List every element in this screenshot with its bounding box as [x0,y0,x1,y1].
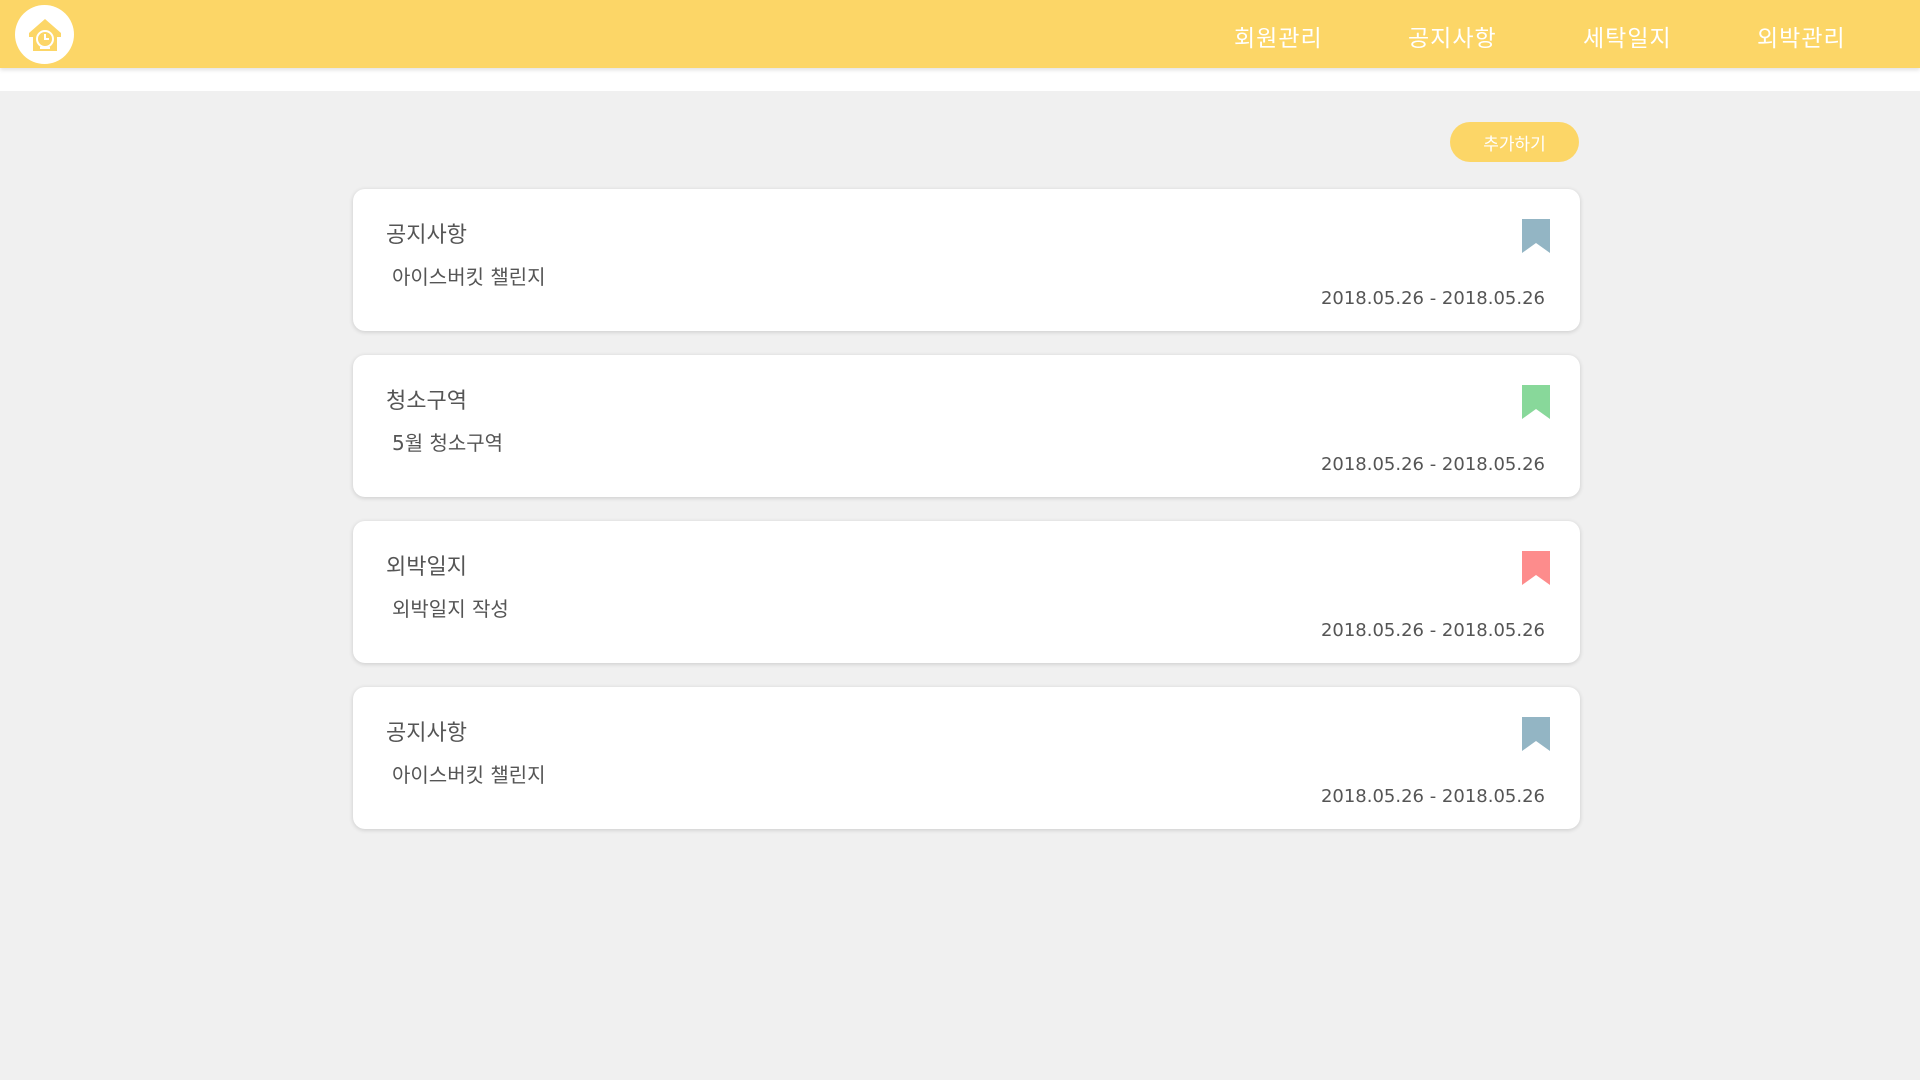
notice-title: 청소구역 [386,389,467,414]
bookmark-icon[interactable] [1522,385,1550,419]
add-button[interactable]: 추가하기 [1450,122,1579,162]
bookmark-icon[interactable] [1522,717,1550,751]
notice-date: 2018.05.26 - 2018.05.26 [1320,620,1545,641]
nav-overnight-management[interactable]: 외박관리 [1757,19,1846,53]
notice-title: 공지사항 [386,223,467,248]
nav-notices[interactable]: 공지사항 [1408,19,1497,53]
bookmark-icon[interactable] [1522,219,1550,253]
nav-laundry-log[interactable]: 세탁일지 [1583,19,1672,53]
notice-date: 2018.05.26 - 2018.05.26 [1320,288,1545,309]
notice-body: 5월 청소구역 [392,431,504,455]
bookmark-icon[interactable] [1522,551,1550,585]
notice-date: 2018.05.26 - 2018.05.26 [1320,454,1545,475]
top-header: 회원관리 공지사항 세탁일지 외박관리 [0,0,1920,68]
home-clock-icon [28,18,61,51]
notice-body: 외박일지 작성 [392,597,509,621]
notice-body: 아이스버킷 챌린지 [392,265,546,289]
notice-title: 외박일지 [386,555,467,580]
home-logo[interactable] [15,5,74,64]
notice-card[interactable]: 공지사항 아이스버킷 챌린지 2018.05.26 - 2018.05.26 [353,189,1580,331]
nav-member-management[interactable]: 회원관리 [1234,19,1323,53]
notice-title: 공지사항 [386,721,467,746]
notice-date: 2018.05.26 - 2018.05.26 [1320,786,1545,807]
notice-card[interactable]: 공지사항 아이스버킷 챌린지 2018.05.26 - 2018.05.26 [353,687,1580,829]
header-strip [0,68,1920,91]
notice-card[interactable]: 외박일지 외박일지 작성 2018.05.26 - 2018.05.26 [353,521,1580,663]
notice-body: 아이스버킷 챌린지 [392,763,546,787]
notice-card[interactable]: 청소구역 5월 청소구역 2018.05.26 - 2018.05.26 [353,355,1580,497]
